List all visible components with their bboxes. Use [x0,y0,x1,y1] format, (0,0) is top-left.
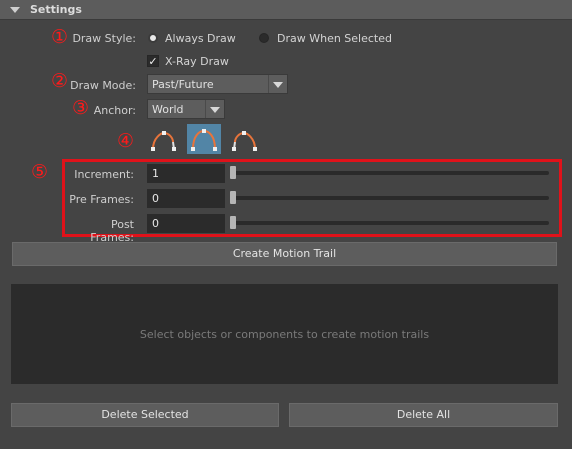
trail-center-button[interactable] [187,124,221,154]
motion-trail-list[interactable]: Select objects or components to create m… [11,284,558,384]
settings-section-header[interactable]: Settings [0,0,572,20]
delete-all-button[interactable]: Delete All [289,403,558,427]
draw-mode-label: Draw Mode: [70,79,136,92]
pre-frames-field[interactable]: 0 [147,189,225,208]
post-frames-slider-track[interactable] [231,221,549,225]
pre-frames-slider-handle[interactable] [230,191,236,204]
create-motion-trail-button[interactable]: Create Motion Trail [12,242,557,266]
increment-value: 1 [152,167,159,180]
section-title: Settings [30,3,82,16]
chevron-down-icon[interactable] [268,75,287,93]
anchor-value: World [152,103,184,116]
increment-field[interactable]: 1 [147,164,225,183]
trail-left-icon [151,131,176,151]
trail-center-icon [191,129,217,151]
draw-style-label: Draw Style: [72,32,136,45]
post-frames-value: 0 [152,217,159,230]
trail-left-button[interactable] [147,124,181,154]
post-frames-slider-handle[interactable] [230,216,236,229]
anchor-label: Anchor: [93,104,136,117]
marker-4: ④ [117,130,135,152]
chevron-down-icon[interactable] [205,100,224,118]
collapse-triangle-icon[interactable] [10,7,20,13]
marker-1: ① [51,26,69,48]
pre-frames-label: Pre Frames: [69,193,134,206]
post-frames-field[interactable]: 0 [147,214,225,233]
increment-label: Increment: [74,168,134,181]
always-draw-label[interactable]: Always Draw [165,32,236,45]
draw-mode-value: Past/Future [152,78,214,91]
always-draw-radio[interactable] [148,33,158,43]
trail-right-button[interactable] [227,124,261,154]
draw-mode-dropdown[interactable]: Past/Future [147,74,288,94]
xray-draw-label[interactable]: X-Ray Draw [165,55,229,68]
marker-2: ② [51,70,69,92]
delete-selected-button[interactable]: Delete Selected [11,403,279,427]
xray-draw-checkbox[interactable]: ✓ [147,55,159,67]
draw-when-selected-radio[interactable] [259,33,269,43]
trail-right-icon [232,131,257,151]
post-frames-label: Post Frames: [90,218,134,244]
increment-slider-track[interactable] [231,171,549,175]
motion-trail-list-placeholder: Select objects or components to create m… [139,328,430,341]
marker-5: ⑤ [31,161,49,183]
anchor-dropdown[interactable]: World [147,99,225,119]
increment-slider-handle[interactable] [230,166,236,179]
draw-when-selected-label[interactable]: Draw When Selected [277,32,392,45]
pre-frames-value: 0 [152,192,159,205]
pre-frames-slider-track[interactable] [231,196,549,200]
